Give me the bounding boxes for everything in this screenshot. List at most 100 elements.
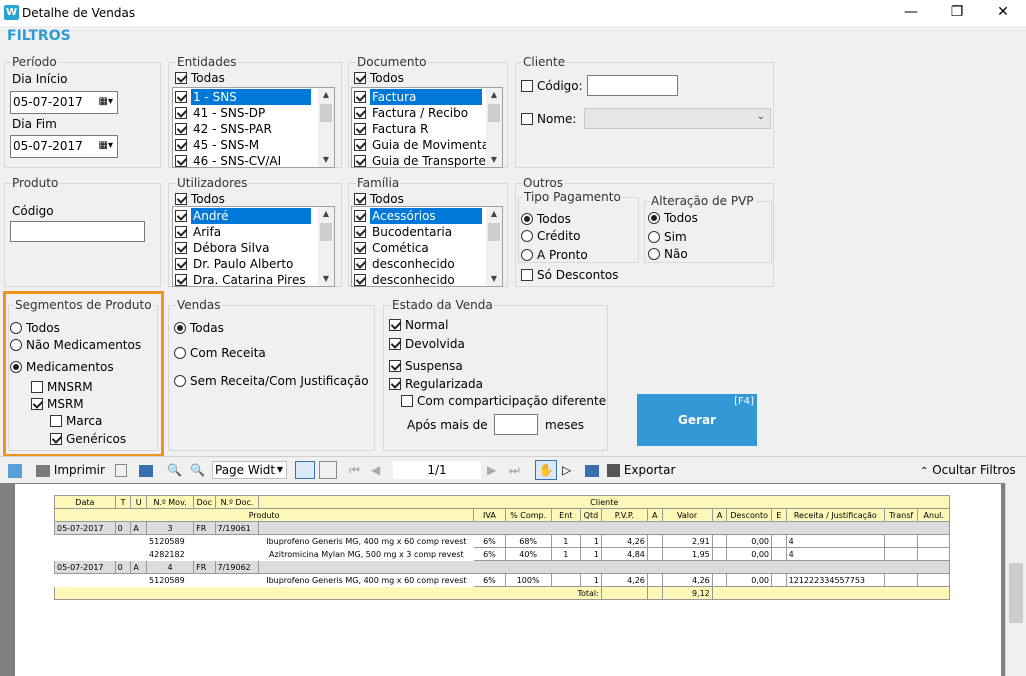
checkbox[interactable] xyxy=(521,268,533,281)
checkbox[interactable] xyxy=(175,138,187,151)
checkbox[interactable] xyxy=(175,273,187,286)
vendas-com-receita[interactable]: Com Receita xyxy=(174,344,266,360)
radio[interactable] xyxy=(521,248,533,261)
checkbox[interactable] xyxy=(401,394,413,407)
seg-todos[interactable]: Todos xyxy=(10,319,60,335)
entidades-list[interactable]: 1 - SNS 41 - SNS-DP 42 - SNS-PAR 45 - SN… xyxy=(172,87,335,168)
checkbox[interactable] xyxy=(175,209,187,222)
preview-scrollbar[interactable] xyxy=(1005,483,1026,676)
radio[interactable] xyxy=(10,338,22,351)
dia-fim-picker[interactable]: 05-07-2017 ▦▾ xyxy=(10,135,118,158)
familia-todos[interactable]: Todos xyxy=(354,190,404,206)
scroll-thumb[interactable] xyxy=(320,104,332,122)
list-item[interactable]: 1 - SNS xyxy=(173,88,334,105)
meses-input[interactable] xyxy=(494,414,538,435)
radio[interactable] xyxy=(10,360,22,373)
radio[interactable] xyxy=(521,229,533,242)
familia-list[interactable]: Acessórios Bucodentaria Comética desconh… xyxy=(351,206,503,287)
chevron-up-icon[interactable]: ▲ xyxy=(318,88,334,102)
checkbox[interactable] xyxy=(521,79,533,92)
pvp-nao[interactable]: Não xyxy=(648,245,688,261)
layout-icon[interactable] xyxy=(8,461,22,479)
list-item[interactable]: Factura / Recibo xyxy=(352,104,502,120)
so-descontos[interactable]: Só Descontos xyxy=(521,266,619,282)
chevron-up-icon[interactable]: ▲ xyxy=(486,207,502,221)
checkbox[interactable] xyxy=(175,192,187,205)
zoom-in-icon[interactable]: 🔍 xyxy=(167,461,182,479)
checkbox[interactable] xyxy=(354,138,366,151)
estado-comparticipacao[interactable]: Com comparticipação diferente xyxy=(401,392,606,408)
cliente-codigo-input[interactable] xyxy=(587,75,678,96)
checkbox[interactable] xyxy=(389,337,401,350)
list-item[interactable]: Débora Silva xyxy=(173,239,334,255)
checkbox[interactable] xyxy=(31,380,43,393)
radio[interactable] xyxy=(10,321,22,334)
checkbox[interactable] xyxy=(389,377,401,390)
scrollbar[interactable]: ▲ ▼ xyxy=(486,88,502,167)
checkbox[interactable] xyxy=(354,122,366,135)
utilizadores-todos[interactable]: Todos xyxy=(175,190,225,206)
radio[interactable] xyxy=(648,211,660,224)
scrollbar[interactable]: ▲ ▼ xyxy=(486,207,502,286)
radio[interactable] xyxy=(174,346,186,359)
chevron-down-icon[interactable]: ▼ xyxy=(318,153,334,167)
checkbox[interactable] xyxy=(354,257,366,270)
tipo-pag-credito[interactable]: Crédito xyxy=(521,227,580,243)
seg-nao-medicamentos[interactable]: Não Medicamentos xyxy=(10,336,141,352)
estado-suspensa[interactable]: Suspensa xyxy=(389,357,463,373)
list-item[interactable]: Guia de Movimentaç xyxy=(352,136,502,152)
checkbox[interactable] xyxy=(354,154,366,167)
ocultar-filtros-button[interactable]: ⌃ Ocultar Filtros xyxy=(920,461,1016,481)
list-item[interactable]: Bucodentaria xyxy=(352,223,502,239)
scroll-thumb[interactable] xyxy=(320,223,332,241)
chevron-down-icon[interactable]: ▼ xyxy=(277,462,283,478)
vendas-sem-receita[interactable]: Sem Receita/Com Justificação xyxy=(174,372,369,388)
list-item[interactable]: 41 - SNS-DP xyxy=(173,104,334,120)
dia-inicio-picker[interactable]: 05-07-2017 ▦▾ xyxy=(10,91,118,114)
list-item[interactable]: 42 - SNS-PAR xyxy=(173,120,334,136)
checkbox[interactable] xyxy=(354,106,366,119)
list-item[interactable]: Factura xyxy=(352,88,502,105)
documento-list[interactable]: Factura Factura / Recibo Factura R Guia … xyxy=(351,87,503,168)
list-item[interactable]: Factura R xyxy=(352,120,502,136)
list-item[interactable]: Acessórios xyxy=(352,207,502,224)
checkbox[interactable] xyxy=(354,225,366,238)
checkbox[interactable] xyxy=(175,106,187,119)
zoom-out-icon[interactable]: 🔍 xyxy=(190,461,205,479)
minimize-icon[interactable]: — xyxy=(888,0,934,26)
checkbox[interactable] xyxy=(175,90,187,103)
list-item[interactable]: Guia de Transporte xyxy=(352,152,502,167)
checkbox[interactable] xyxy=(50,432,62,445)
last-page-icon[interactable]: ⏭ xyxy=(509,461,520,479)
whole-page-icon[interactable] xyxy=(319,461,337,479)
seg-medicamentos[interactable]: Medicamentos xyxy=(10,358,114,374)
binoculars-icon[interactable] xyxy=(139,461,153,479)
entidades-todas[interactable]: Todas xyxy=(175,69,225,85)
page-width-icon[interactable] xyxy=(295,461,315,479)
checkbox[interactable] xyxy=(175,122,187,135)
checkbox[interactable] xyxy=(354,241,366,254)
estado-normal[interactable]: Normal xyxy=(389,316,448,332)
checkbox[interactable] xyxy=(175,241,187,254)
export-button[interactable]: Exportar xyxy=(607,461,675,479)
radio[interactable] xyxy=(521,212,533,225)
pvp-sim[interactable]: Sim xyxy=(648,228,687,244)
radio[interactable] xyxy=(174,321,186,334)
list-item[interactable]: André xyxy=(173,207,334,224)
checkbox[interactable] xyxy=(50,414,62,427)
chevron-up-icon[interactable]: ▲ xyxy=(318,207,334,221)
list-item[interactable]: Dr. Paulo Alberto xyxy=(173,255,334,271)
checkbox[interactable] xyxy=(354,209,366,222)
documento-todos[interactable]: Todos xyxy=(354,69,404,85)
list-item[interactable]: 46 - SNS-CV/AI xyxy=(173,152,334,167)
calendar-icon[interactable]: ▦▾ xyxy=(99,92,113,112)
close-icon[interactable]: ✕ xyxy=(980,0,1026,26)
hand-tool-icon[interactable]: ✋ xyxy=(535,460,557,480)
radio[interactable] xyxy=(648,230,660,243)
chevron-down-icon[interactable]: ⌄ xyxy=(757,111,765,122)
checkbox[interactable] xyxy=(389,318,401,331)
scrollbar[interactable]: ▲ ▼ xyxy=(318,88,334,167)
prev-page-icon[interactable]: ◀ xyxy=(371,461,380,479)
list-item[interactable]: Comética xyxy=(352,239,502,255)
chevron-down-icon[interactable]: ▼ xyxy=(486,272,502,286)
